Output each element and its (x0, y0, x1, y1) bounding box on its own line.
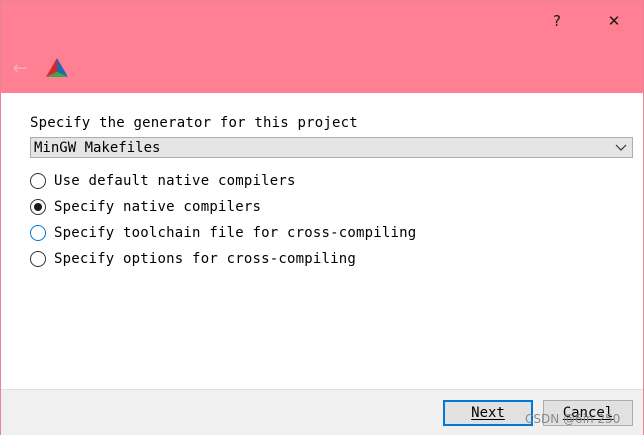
cmake-setup-dialog: ? ✕ ← Specify the generator for this pro… (0, 0, 644, 435)
radio-specify-native-compilers[interactable]: Specify native compilers (30, 197, 261, 217)
radio-toolchain-file[interactable]: Specify toolchain file for cross-compili… (30, 223, 416, 243)
title-bar: ? ✕ ← (1, 1, 643, 93)
radio-button[interactable] (30, 251, 46, 267)
radio-cross-compiling-options[interactable]: Specify options for cross-compiling (30, 249, 356, 269)
radio-button[interactable] (30, 225, 46, 241)
radio-label: Use default native compilers (54, 173, 296, 189)
cmake-logo-icon (46, 58, 68, 77)
radio-label: Specify toolchain file for cross-compili… (54, 225, 417, 241)
generator-prompt: Specify the generator for this project (30, 115, 358, 131)
radio-button-checked[interactable] (30, 199, 46, 215)
generator-select-value: MinGW Makefiles (34, 139, 161, 156)
next-button[interactable]: Next (443, 400, 533, 426)
radio-button[interactable] (30, 173, 46, 189)
radio-label: Specify native compilers (54, 199, 262, 215)
cancel-button[interactable]: Cancel (543, 400, 633, 426)
close-button[interactable]: ✕ (596, 7, 632, 35)
help-button[interactable]: ? (539, 7, 575, 35)
generator-select[interactable]: MinGW Makefiles (30, 137, 633, 158)
button-bar: Next Cancel CSDN @6in 250 (1, 389, 643, 435)
radio-use-default-compilers[interactable]: Use default native compilers (30, 171, 296, 191)
back-arrow-icon[interactable]: ← (9, 57, 31, 79)
chevron-down-icon (614, 139, 628, 156)
radio-label: Specify options for cross-compiling (54, 251, 357, 267)
wizard-content: Specify the generator for this project M… (1, 93, 643, 389)
